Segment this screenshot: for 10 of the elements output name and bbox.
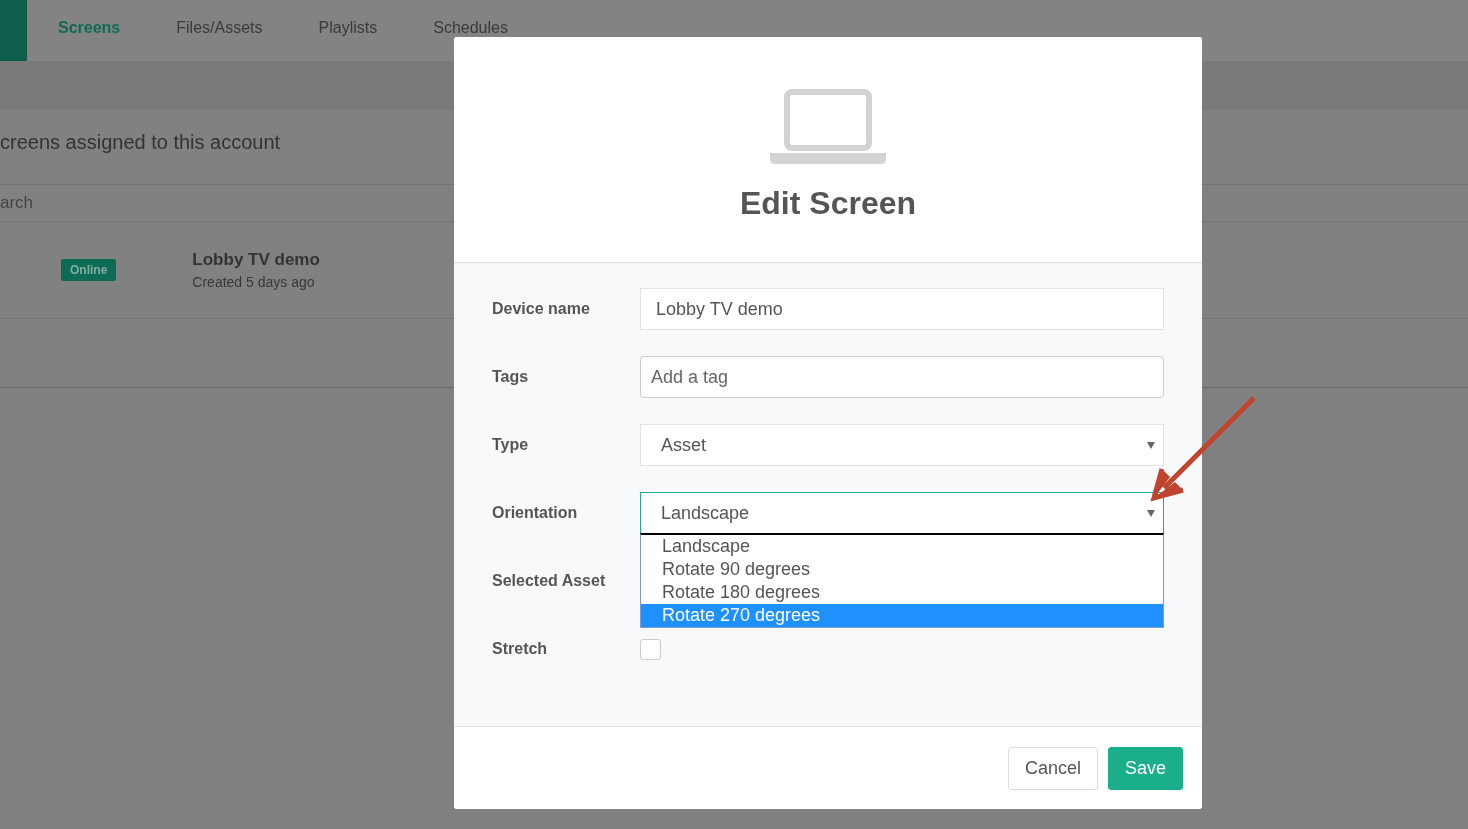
dialog-title: Edit Screen — [739, 185, 917, 222]
field-label: Stretch — [492, 640, 549, 658]
status-badge: Online — [61, 259, 117, 281]
field-label: Orientation — [492, 504, 579, 522]
field-label: Type — [492, 436, 530, 454]
field-label: Selected Asset — [492, 572, 607, 590]
field-label: Tags — [492, 368, 530, 386]
field-label: Device name — [492, 300, 591, 318]
page-heading: creens assigned to this account — [0, 130, 282, 154]
created-date: Created 5 days ago — [192, 274, 316, 290]
